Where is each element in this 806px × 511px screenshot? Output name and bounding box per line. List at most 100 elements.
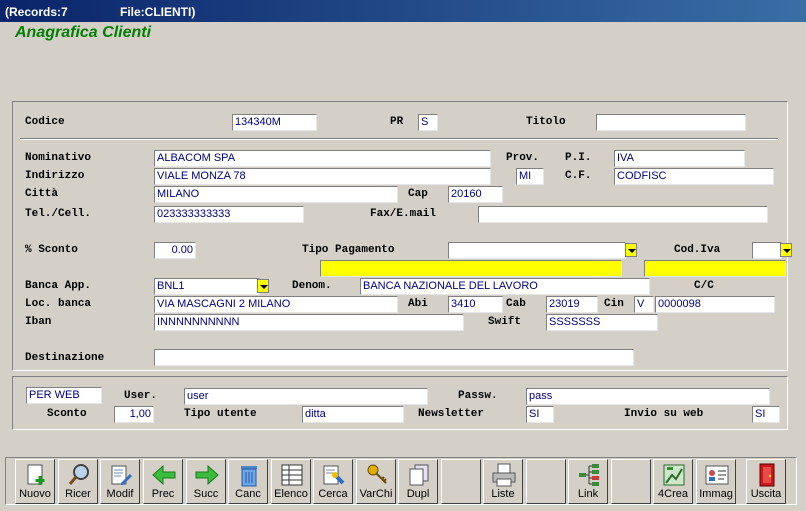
abi-label: Abi [408,298,428,310]
cc-label: C/C [694,280,714,292]
network-link-icon [579,464,599,486]
user-field[interactable]: user [184,388,428,405]
duplicate-icon [409,464,429,486]
nuovo-button[interactable]: Nuovo [15,459,55,504]
trash-icon [241,466,257,487]
cc-field[interactable]: 0000098 [655,296,775,313]
newsletter-label: Newsletter [418,408,485,420]
cin-field[interactable]: V [634,296,654,313]
dupl-button[interactable]: Dupl [398,459,438,504]
tel-field[interactable]: 023333333333 [154,206,304,223]
per-web-field[interactable]: PER WEB [26,387,102,404]
immag-button[interactable]: Immag [696,459,736,504]
empty-toolbar-slot-3 [611,459,651,504]
new-document-icon [27,464,45,485]
passw-field[interactable]: pass [526,388,770,405]
indirizzo-field[interactable]: VIALE MONZA 78 [154,168,491,185]
fax-field[interactable] [478,206,768,223]
crea4-button[interactable]: 4Crea [653,459,693,504]
canc-button[interactable]: Canc [228,459,268,504]
indirizzo-label: Indirizzo [25,170,85,182]
link-button[interactable]: Link [568,459,608,504]
user-label: User. [124,390,158,402]
denom-label: Denom. [292,280,332,292]
title-bar: (Records:7 File:CLIENTI) [0,0,806,22]
divider [20,138,778,140]
sconto-field[interactable]: 1,00 [114,406,154,423]
newsletter-field[interactable]: SI [526,406,554,423]
pi-field[interactable]: IVA [614,150,745,167]
chart-create-icon [663,464,685,486]
fax-label: Fax/E.mail [370,208,437,220]
loc-banca-field[interactable]: VIA MASCAGNI 2 MILANO [154,296,398,313]
abi-field[interactable]: 3410 [448,296,503,313]
cerca-button[interactable]: Cerca [313,459,353,504]
uscita-label: Uscita [750,488,782,500]
image-card-icon [705,465,729,485]
prec-label: Prec [151,488,175,500]
prov-label: Prov. [506,152,540,164]
succ-label: Succ [193,488,219,500]
liste-label: Liste [491,488,515,500]
citta-field[interactable]: MILANO [154,186,398,203]
titolo-label: Titolo [526,116,566,128]
crea4-label: 4Crea [658,488,688,500]
succ-button[interactable]: Succ [186,459,226,504]
printer-icon [492,463,516,487]
destinazione-field[interactable] [154,349,634,366]
cin-label: Cin [604,298,624,310]
titolo-field[interactable] [596,114,746,131]
invio-web-label: Invio su web [624,408,704,420]
codice-field[interactable]: 134340M [232,114,317,131]
cod-iva-label: Cod.Iva [674,244,721,256]
cod-iva-select[interactable] [752,242,782,259]
cod-iva-dropdown-icon[interactable] [780,243,792,257]
elenco-button[interactable]: Elenco [271,459,311,504]
tipo-utente-label: Tipo utente [184,408,257,420]
destinazione-label: Destinazione [25,352,105,364]
denom-field[interactable]: BANCA NAZIONALE DEL LAVORO [360,278,650,295]
nominativo-label: Nominativo [25,152,92,164]
cap-field[interactable]: 20160 [448,186,503,203]
modif-button[interactable]: Modif [100,459,140,504]
cf-field[interactable]: CODFISC [614,168,774,185]
empty-toolbar-slot-1 [441,459,481,504]
tel-label: Tel./Cell. [25,208,92,220]
ricer-label: Ricer [65,488,91,500]
modif-label: Modif [106,488,134,500]
tipo-pagamento-dropdown-icon[interactable] [625,243,637,257]
liste-button[interactable]: Liste [483,459,523,504]
elenco-label: Elenco [274,488,308,500]
ricer-button[interactable]: Ricer [58,459,98,504]
loc-banca-label: Loc. banca [25,298,92,310]
page-title: Anagrafica Clienti [15,24,152,41]
nominativo-field[interactable]: ALBACOM SPA [154,150,491,167]
prec-button[interactable]: Prec [143,459,183,504]
codice-label: Codice [25,116,65,128]
pr-label: PR [390,116,404,128]
iban-field[interactable]: INNNNNNNNNN [154,314,464,331]
pr-field[interactable]: S [418,114,438,131]
cab-field[interactable]: 23019 [546,296,598,313]
sconto-perc-label: % Sconto [25,244,78,256]
cerca-label: Cerca [318,488,348,500]
prov-field[interactable]: MI [516,168,544,185]
cab-label: Cab [506,298,526,310]
swift-field[interactable]: SSSSSSS [546,314,658,331]
iban-label: Iban [25,316,52,328]
varchi-button[interactable]: VarChi [356,459,396,504]
file-name: File:CLIENTI) [120,5,196,19]
citta-label: Città [25,188,59,200]
tipo-pagamento-select[interactable] [448,242,626,259]
pi-label: P.I. [565,152,592,164]
tipo-utente-field[interactable]: ditta [302,406,404,423]
records-count: (Records:7 [5,5,68,19]
banca-app-select[interactable]: BNL1 [154,278,260,295]
uscita-button[interactable]: Uscita [746,459,786,504]
banca-app-dropdown-icon[interactable] [257,279,269,293]
arrow-left-icon [152,464,176,486]
tipo-pagamento-description [320,260,622,277]
sconto-perc-field[interactable]: 0.00 [154,242,196,259]
cod-iva-description [644,260,786,277]
invio-web-field[interactable]: SI [752,406,780,423]
